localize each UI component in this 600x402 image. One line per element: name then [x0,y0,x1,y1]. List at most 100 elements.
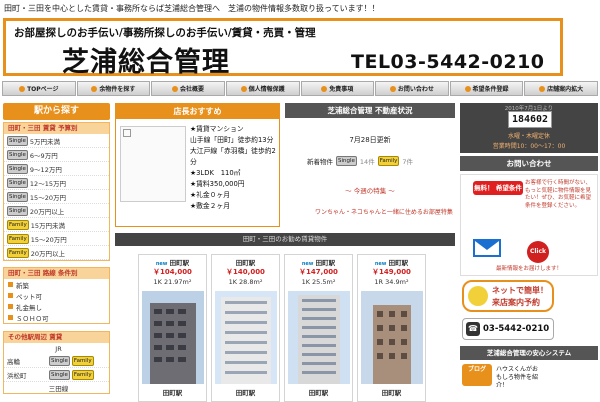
bullet-icon [19,85,26,92]
nav-search[interactable]: 余物件を探す [76,81,151,96]
nav-privacy[interactable]: 個人情報保護 [225,81,300,96]
wish-register-banner[interactable]: 無料！ 希望条件登録 お客様で行く時間がない、もっと気軽に物件情報を見たい！ぜひ… [460,174,598,276]
click-badge[interactable]: Click [527,241,549,263]
budget-row[interactable]: Single 6～9万円 [4,148,109,162]
condition-section: 田町・三田 路線 条件別 新築 ペット可 礼金無し ＳＯＨＯ可 [3,267,110,324]
budget-row[interactable]: Single 5万円未満 [4,134,109,148]
family-tag: Family [7,219,29,230]
condition-item[interactable]: ＳＯＨＯ可 [4,312,109,323]
wish-register-button[interactable]: 無料！ 希望条件登録 [473,181,523,206]
card-station: 田町駅 [235,259,256,267]
phone-icon: ☎ [466,322,480,336]
single-tag: Single [7,135,28,146]
budget-link[interactable]: 15～20万円 [30,192,66,202]
single-tag: Single [7,177,28,188]
listing-card[interactable]: new 田町駅 ￥104,000 1K 21.97m² 田町駅 [138,254,207,402]
banner-tel: TEL03-5442-0210 [351,51,545,73]
update-date: 7月28日更新 [349,136,391,144]
other-station-section: その他駅周辺 賃貸 JR 高輪 Single Family 浜松町 Single Fam… [3,331,110,394]
condition-item[interactable]: 礼金無し [4,301,109,312]
top-tagline: 田町・三田を中心とした賃貸・事務所ならば芝浦総合管理へ 芝浦の物件情報多数取り扱… [4,4,380,13]
nav-store[interactable]: 店舗案内拡大 [524,81,598,96]
budget-link[interactable]: 9～12万円 [30,164,62,174]
realestate-status-panel: 芝浦総合管理 不動産状況 7月28日更新 新着物件 Single 14件 Fam… [285,103,455,227]
company-name: 芝浦総合管理 [62,47,230,78]
condition-item[interactable]: 新築 [4,279,109,290]
recommend-details: ★賃貸マンション 山手線「田町」徒歩約13分 大江戸線「赤羽橋」徒歩約2分 ★3… [190,125,276,210]
single-tag: Single [7,163,28,174]
budget-row[interactable]: Family 15～20万円 [4,232,109,246]
budget-link[interactable]: 20万円以上 [31,248,65,258]
nav-wish[interactable]: 希望条件登録 [449,81,524,96]
building-photo[interactable] [361,291,423,384]
security-system-header: 芝浦総合管理の安心システム [460,346,598,360]
card-price: ￥140,000 [226,268,265,276]
station-row[interactable]: 高輪 Single Family [4,354,109,368]
nav-company[interactable]: 会社概要 [151,81,225,96]
line-label: JR [55,344,62,353]
weekly-special: ～ 今週の特集 ～ [345,187,395,195]
pet-special-link[interactable]: ワンちゃん・ネコちゃんと一緒に住めるお部屋特集 [315,207,453,216]
card-station: new 田町駅 [374,259,409,267]
recommend-header: 店長おすすめ [116,104,279,119]
card-footer-station: 田町駅 [162,389,183,397]
listing-card[interactable]: 田町駅 ￥140,000 1K 28.8m² 田町駅 [211,254,280,402]
building-photo[interactable] [215,291,277,384]
listing-card[interactable]: new 田町駅 ￥147,000 1K 25.5m² 田町駅 [284,254,353,402]
card-spec: 1K 21.97m² [153,278,192,286]
mail-envelope-icon [473,239,501,257]
single-tag: Single [7,191,28,202]
budget-row[interactable]: Single 12～15万円 [4,176,109,190]
net-reservation-button[interactable]: ネットで簡単！ 来店案内予約 [462,280,554,312]
header-banner[interactable]: お部屋探しのお手伝い/事務所探しのお手伝い/賃貸・売買・管理 芝浦総合管理 TE… [3,18,563,78]
budget-link[interactable]: 15万円未満 [31,220,65,230]
counter-value: 184602 [508,111,552,128]
nav-disclaimer[interactable]: 免責事項 [300,81,375,96]
station-search-header: 駅から探す [3,103,110,120]
listing-card[interactable]: new 田町駅 ￥149,000 1R 34.9m² 田町駅 [357,254,426,402]
recommended-listings-header: 田町・三田のお勧め賃貸物件 [115,233,455,246]
nav-contact[interactable]: お問い合わせ [375,81,449,96]
condition-item[interactable]: ペット可 [4,290,109,301]
budget-link[interactable]: 12～15万円 [30,178,66,188]
budget-section: 田町・三田 賃貸 予算別 Single 5万円未満 Single 6～9万円 Sin… [3,122,110,261]
tel-button[interactable]: ☎ 03-5442-0210 [462,318,554,340]
bullet-icon [321,85,328,92]
broken-image-icon [123,129,131,137]
card-station: new 田町駅 [301,259,336,267]
budget-row[interactable]: Single 15～20万円 [4,190,109,204]
family-tag[interactable]: Family [377,156,400,166]
station-row[interactable]: 浜松町 Single Family [4,368,109,382]
blog-button[interactable]: ブログ [462,364,492,386]
family-tag: Family [7,247,29,258]
visitor-counter: 2010年7月1日より 184602 水曜・木曜定休 営業時間10：00～17：… [460,103,598,153]
budget-link[interactable]: 6～9万円 [30,150,58,160]
card-station: new 田町駅 [155,259,190,267]
budget-row[interactable]: Family 15万円未満 [4,218,109,232]
budget-row[interactable]: Single 20万円以上 [4,204,109,218]
recommend-image[interactable] [120,126,186,202]
square-bullet-icon [8,293,13,298]
bullet-icon [172,85,179,92]
single-tag[interactable]: Single [336,156,357,166]
budget-link[interactable]: 5万円未満 [30,136,60,146]
card-price: ￥147,000 [299,268,338,276]
main-nav: TOPページ 余物件を探す 会社概要 個人情報保護 免責事項 お問い合わせ 希望… [2,81,598,96]
budget-link[interactable]: 15～20万円 [31,234,67,244]
card-footer-station: 田町駅 [381,389,402,397]
card-price: ￥104,000 [153,268,192,276]
budget-row[interactable]: Family 20万円以上 [4,246,109,260]
nav-top[interactable]: TOPページ [2,81,76,96]
card-footer-station: 田町駅 [308,389,329,397]
station-row[interactable]: 三田線 [4,382,109,393]
budget-row[interactable]: Single 9～12万円 [4,162,109,176]
building-photo[interactable] [288,291,350,384]
building-photo[interactable] [142,291,204,384]
closed-days: 水曜・木曜定休 [507,133,550,140]
budget-bar: 田町・三田 賃貸 予算別 [4,123,109,134]
budget-link[interactable]: 20万円以上 [30,206,64,216]
bullet-icon [464,85,471,92]
card-spec: 1K 28.8m² [228,278,263,286]
single-tag: Single [7,205,28,216]
banner-slogan: お部屋探しのお手伝い/事務所探しのお手伝い/賃貸・売買・管理 [14,27,316,39]
